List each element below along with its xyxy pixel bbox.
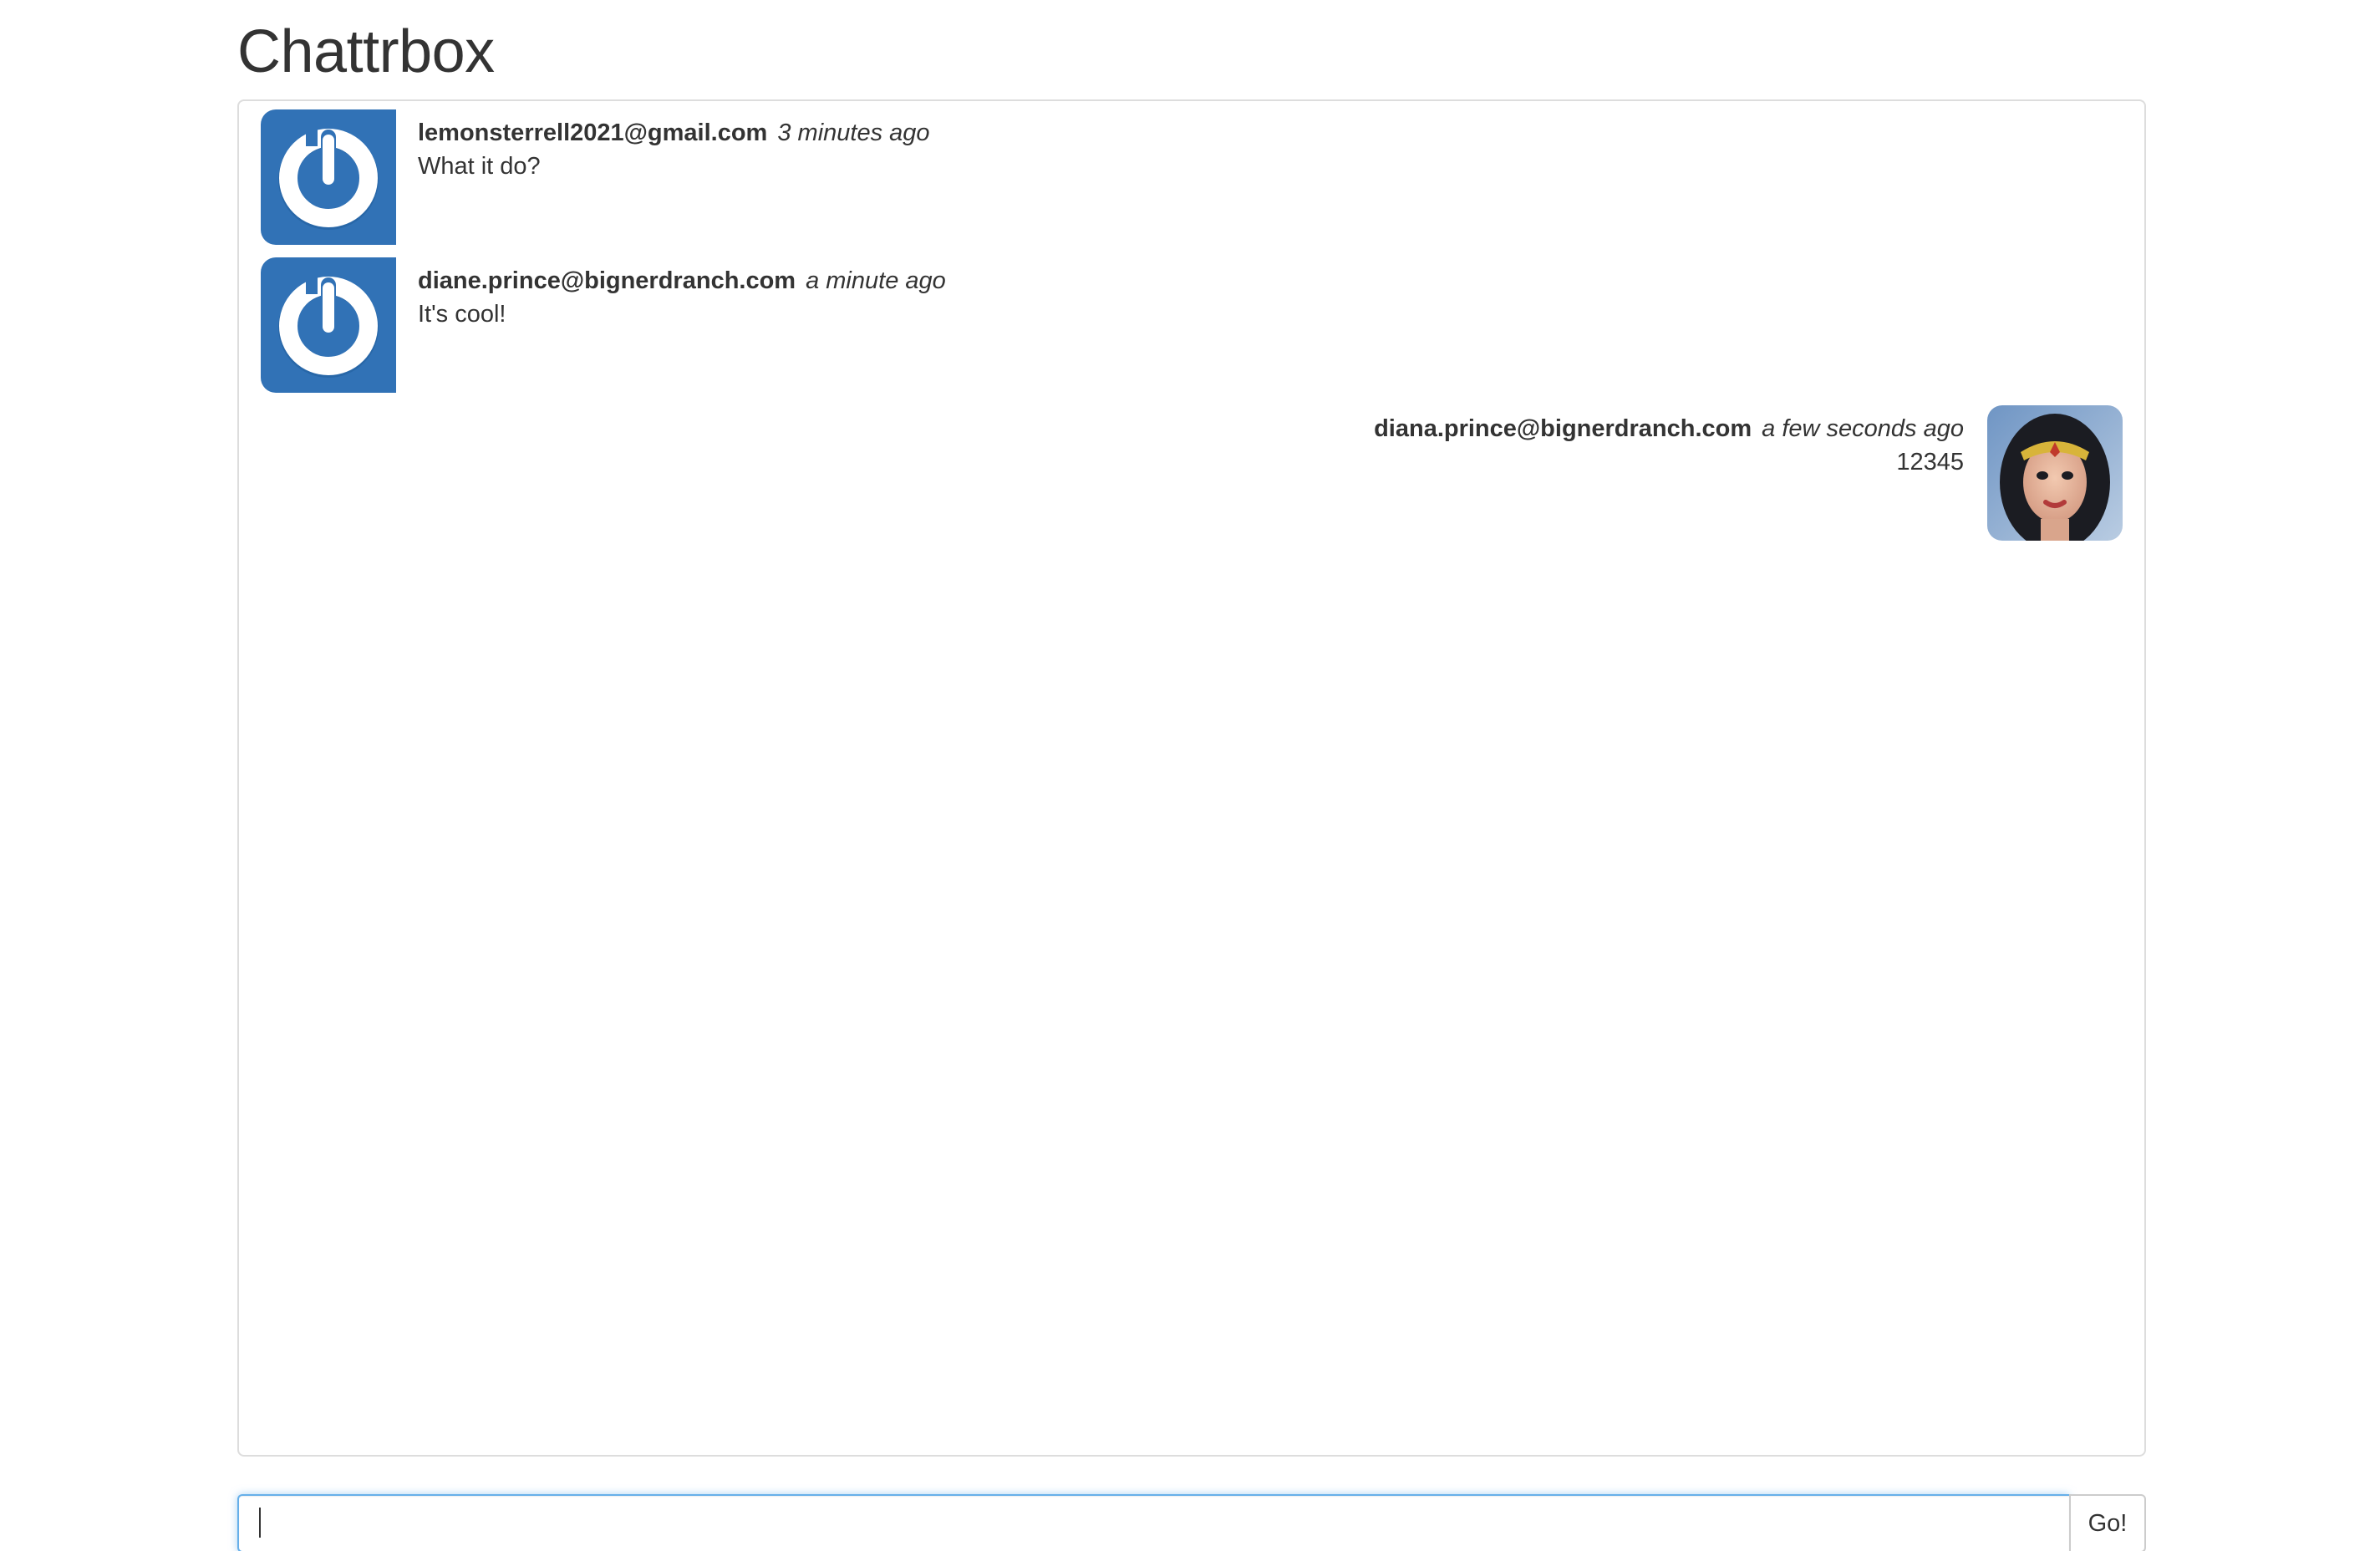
message-sender: diane.prince@bignerdranch.com xyxy=(418,267,796,294)
message-text: What it do? xyxy=(418,153,541,180)
message-timestamp: a few seconds ago xyxy=(1762,415,1964,442)
message-timestamp: 3 minutes ago xyxy=(777,120,930,146)
message-composer: Go! xyxy=(237,1494,2146,1551)
message-sender: diana.prince@bignerdranch.com xyxy=(1374,415,1752,442)
gravatar-default-icon xyxy=(261,257,396,393)
message-text: It's cool! xyxy=(418,301,506,328)
gravatar-default-icon xyxy=(261,109,396,245)
text-caret xyxy=(259,1508,261,1538)
message-input[interactable] xyxy=(237,1494,2069,1551)
message-body: lemonsterrell2021@gmail.com 3 minutes ago… xyxy=(418,116,930,183)
message-item: diane.prince@bignerdranch.com a minute ag… xyxy=(261,257,1431,393)
message-list[interactable]: lemonsterrell2021@gmail.com 3 minutes ago… xyxy=(237,99,2146,1457)
send-button[interactable]: Go! xyxy=(2069,1494,2146,1551)
chattrbox-app: Chattrbox lemonsterrell2021@gmail.com 3 m… xyxy=(0,0,2380,1551)
message-body: diane.prince@bignerdranch.com a minute ag… xyxy=(418,264,946,331)
message-sender: lemonsterrell2021@gmail.com xyxy=(418,120,768,146)
message-body: diana.prince@bignerdranch.com a few secon… xyxy=(1374,412,1964,479)
message-item-own: diana.prince@bignerdranch.com a few secon… xyxy=(953,405,2123,541)
page-title: Chattrbox xyxy=(237,18,495,85)
user-photo-avatar xyxy=(1987,405,2123,541)
message-item: lemonsterrell2021@gmail.com 3 minutes ago… xyxy=(261,109,1431,245)
message-timestamp: a minute ago xyxy=(806,267,946,294)
message-text: 12345 xyxy=(1896,449,1964,475)
